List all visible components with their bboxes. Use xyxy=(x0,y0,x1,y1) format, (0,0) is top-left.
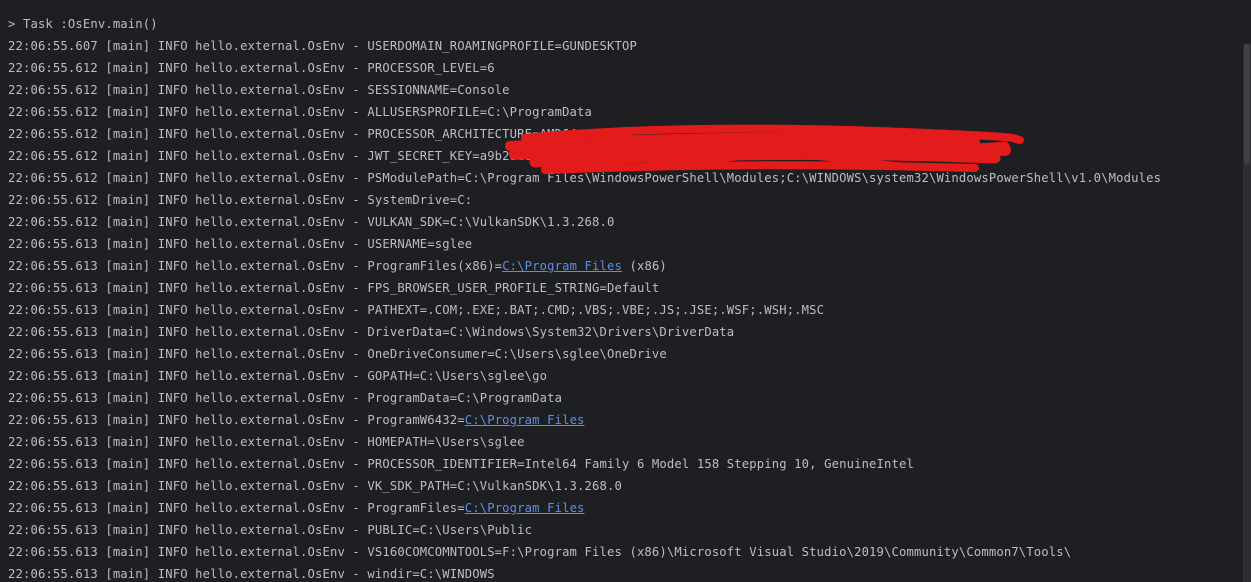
log-line-text: 22:06:55.613 [main] INFO hello.external.… xyxy=(8,391,563,405)
log-line-text: 22:06:55.613 [main] INFO hello.external.… xyxy=(8,479,622,493)
log-line-text: 22:06:55.612 [main] INFO hello.external.… xyxy=(8,193,473,207)
log-line-text: 22:06:55.613 [main] INFO hello.external.… xyxy=(8,413,465,427)
log-line-text: 22:06:55.613 [main] INFO hello.external.… xyxy=(8,435,525,449)
log-line-text: 22:06:55.613 [main] INFO hello.external.… xyxy=(8,501,465,515)
log-line-text: 22:06:55.612 [main] INFO hello.external.… xyxy=(8,215,615,229)
log-line: 22:06:55.613 [main] INFO hello.external.… xyxy=(8,497,1241,519)
log-lines-container: > Task :OsEnv.main() 22:06:55.607 [main]… xyxy=(8,13,1241,582)
log-line-text: 22:06:55.613 [main] INFO hello.external.… xyxy=(8,567,495,581)
log-line: 22:06:55.613 [main] INFO hello.external.… xyxy=(8,255,1241,277)
log-line-text: 22:06:55.607 [main] INFO hello.external.… xyxy=(8,39,637,53)
log-line: 22:06:55.612 [main] INFO hello.external.… xyxy=(8,79,1241,101)
log-line-text: 22:06:55.612 [main] INFO hello.external.… xyxy=(8,83,510,97)
path-link[interactable]: C:\Program Files xyxy=(465,413,585,427)
log-line-text: 22:06:55.612 [main] INFO hello.external.… xyxy=(8,127,578,141)
log-line: 22:06:55.612 [main] INFO hello.external.… xyxy=(8,57,1241,79)
log-line: 22:06:55.612 [main] INFO hello.external.… xyxy=(8,167,1241,189)
log-line-text: 22:06:55.613 [main] INFO hello.external.… xyxy=(8,237,473,251)
task-header: > Task :OsEnv.main() xyxy=(8,17,158,31)
log-line: 22:06:55.613 [main] INFO hello.external.… xyxy=(8,321,1241,343)
log-line: 22:06:55.613 [main] INFO hello.external.… xyxy=(8,431,1241,453)
log-line: 22:06:55.613 [main] INFO hello.external.… xyxy=(8,409,1241,431)
log-line: 22:06:55.613 [main] INFO hello.external.… xyxy=(8,365,1241,387)
vertical-scrollbar[interactable] xyxy=(1243,44,1251,582)
log-line-text: 22:06:55.613 [main] INFO hello.external.… xyxy=(8,457,914,471)
log-line-text: 22:06:55.613 [main] INFO hello.external.… xyxy=(8,281,660,295)
log-line: 22:06:55.613 [main] INFO hello.external.… xyxy=(8,453,1241,475)
log-line: 22:06:55.607 [main] INFO hello.external.… xyxy=(8,35,1241,57)
log-line: 22:06:55.612 [main] INFO hello.external.… xyxy=(8,123,1241,145)
log-line: 22:06:55.612 [main] INFO hello.external.… xyxy=(8,189,1241,211)
log-line: 22:06:55.613 [main] INFO hello.external.… xyxy=(8,475,1241,497)
log-line-text: 22:06:55.613 [main] INFO hello.external.… xyxy=(8,523,533,537)
log-line: 22:06:55.613 [main] INFO hello.external.… xyxy=(8,233,1241,255)
log-line: 22:06:55.613 [main] INFO hello.external.… xyxy=(8,277,1241,299)
log-line-text: 22:06:55.613 [main] INFO hello.external.… xyxy=(8,369,548,383)
log-line-text: 22:06:55.612 [main] INFO hello.external.… xyxy=(8,149,967,163)
log-line: 22:06:55.613 [main] INFO hello.external.… xyxy=(8,541,1241,563)
log-line: 22:06:55.613 [main] INFO hello.external.… xyxy=(8,563,1241,582)
log-line-text: 22:06:55.613 [main] INFO hello.external.… xyxy=(8,347,667,361)
log-line-text: 22:06:55.612 [main] INFO hello.external.… xyxy=(8,61,495,75)
log-line-text: 22:06:55.612 [main] INFO hello.external.… xyxy=(8,171,1162,185)
log-line-text: 22:06:55.613 [main] INFO hello.external.… xyxy=(8,303,825,317)
log-line: 22:06:55.612 [main] INFO hello.external.… xyxy=(8,101,1241,123)
log-line-text: 22:06:55.613 [main] INFO hello.external.… xyxy=(8,259,503,273)
path-link[interactable]: C:\Program Files xyxy=(502,259,622,273)
log-line: 22:06:55.613 [main] INFO hello.external.… xyxy=(8,343,1241,365)
log-line-text: 22:06:55.613 [main] INFO hello.external.… xyxy=(8,325,735,339)
log-line: 22:06:55.613 [main] INFO hello.external.… xyxy=(8,387,1241,409)
log-line-text: 22:06:55.613 [main] INFO hello.external.… xyxy=(8,545,1072,559)
log-line-text: 22:06:55.612 [main] INFO hello.external.… xyxy=(8,105,593,119)
log-line: 22:06:55.613 [main] INFO hello.external.… xyxy=(8,299,1241,321)
path-link[interactable]: C:\Program Files xyxy=(465,501,585,515)
run-console-output[interactable]: > Task :OsEnv.main() 22:06:55.607 [main]… xyxy=(0,0,1251,582)
log-line: 22:06:55.612 [main] INFO hello.external.… xyxy=(8,211,1241,233)
log-line: 22:06:55.612 [main] INFO hello.external.… xyxy=(8,145,1241,167)
scrollbar-thumb[interactable] xyxy=(1244,44,1250,164)
log-list: 22:06:55.607 [main] INFO hello.external.… xyxy=(8,35,1241,582)
log-line: 22:06:55.613 [main] INFO hello.external.… xyxy=(8,519,1241,541)
log-line-suffix: (x86) xyxy=(622,259,667,273)
